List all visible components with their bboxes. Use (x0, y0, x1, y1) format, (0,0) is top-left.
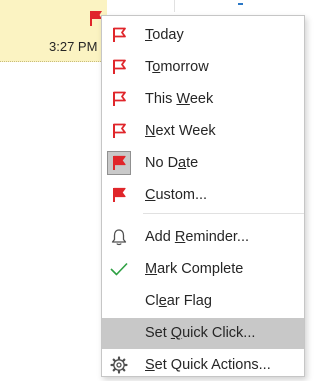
menu-item-label: Add Reminder... (145, 229, 249, 245)
menu-item-label: Custom... (145, 187, 208, 203)
follow-up-context-menu: Today Tomorrow This Week Next Week No Da… (101, 15, 305, 377)
menu-item-label: Set Quick Click... (145, 325, 256, 341)
red-flag-icon (107, 151, 131, 175)
menu-item-label: Next Week (145, 123, 216, 139)
checkmark-icon (107, 257, 131, 281)
menu-item-custom[interactable]: Custom... (102, 180, 304, 211)
bell-icon (107, 225, 131, 249)
menu-item-label: Clear Flag (145, 293, 212, 309)
menu-item-no-date[interactable]: No Date (102, 148, 304, 179)
red-flag-icon (107, 23, 131, 47)
menu-item-label: Mark Complete (145, 261, 244, 277)
gear-icon (107, 353, 131, 377)
menu-item-this-week[interactable]: This Week (102, 84, 304, 115)
red-flag-icon (107, 87, 131, 111)
column-divider (174, 0, 175, 12)
red-flag-icon (107, 55, 131, 79)
menu-item-label: Today (145, 27, 184, 43)
red-flag-icon (107, 183, 131, 207)
menu-item-clear-flag[interactable]: Clear Flag (102, 286, 304, 317)
message-time: 3:27 PM (49, 39, 98, 54)
menu-item-tomorrow[interactable]: Tomorrow (102, 52, 304, 83)
menu-item-label: No Date (145, 155, 199, 171)
menu-item-set-quick-click[interactable]: Set Quick Click... (102, 318, 304, 349)
menu-item-add-reminder[interactable]: Add Reminder... (102, 222, 304, 253)
flagged-message-row[interactable]: 3:27 PM (0, 0, 107, 62)
menu-item-today[interactable]: Today (102, 20, 304, 51)
menu-item-next-week[interactable]: Next Week (102, 116, 304, 147)
menu-item-label: This Week (145, 91, 214, 107)
blue-indicator (238, 3, 243, 5)
menu-item-label: Set Quick Actions... (145, 357, 271, 373)
menu-item-set-quick-actions[interactable]: Set Quick Actions... (102, 350, 304, 381)
menu-item-mark-complete[interactable]: Mark Complete (102, 254, 304, 285)
red-flag-icon (107, 119, 131, 143)
menu-separator (143, 213, 304, 214)
menu-item-label: Tomorrow (145, 59, 209, 75)
